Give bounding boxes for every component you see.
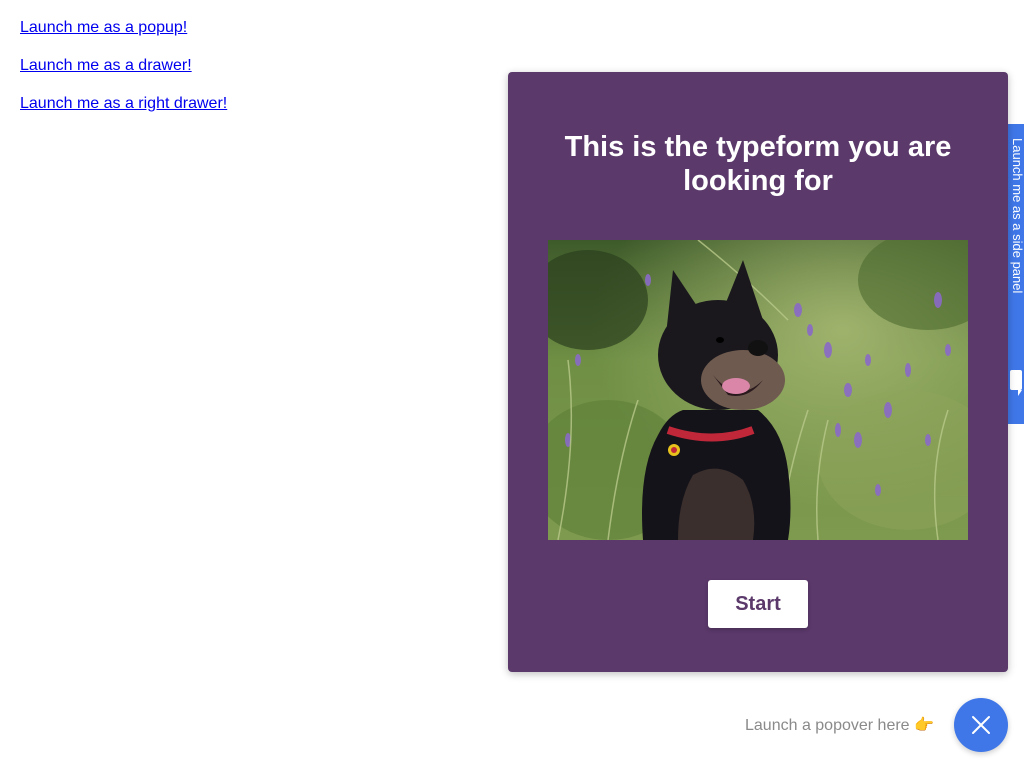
popover-title: This is the typeform you are looking for	[564, 131, 952, 197]
start-button[interactable]: Start	[708, 580, 808, 628]
chat-bubble-icon	[1010, 370, 1022, 396]
side-panel-tab-label: Launch me as a side panel	[1010, 138, 1024, 294]
launch-right-drawer-link[interactable]: Launch me as a right drawer!	[20, 94, 227, 114]
side-panel-tab[interactable]: Launch me as a side panel	[1008, 124, 1024, 424]
launch-popover-hint: Launch a popover here 👉	[745, 717, 934, 734]
dog-photo	[548, 240, 968, 540]
launch-drawer-link[interactable]: Launch me as a drawer!	[20, 56, 227, 76]
launch-popup-link[interactable]: Launch me as a popup!	[20, 18, 227, 38]
launch-links: Launch me as a popup! Launch me as a dra…	[20, 18, 227, 132]
typeform-popover: This is the typeform you are looking for	[508, 72, 1008, 672]
close-icon	[972, 716, 990, 734]
close-popover-button[interactable]	[954, 698, 1008, 752]
